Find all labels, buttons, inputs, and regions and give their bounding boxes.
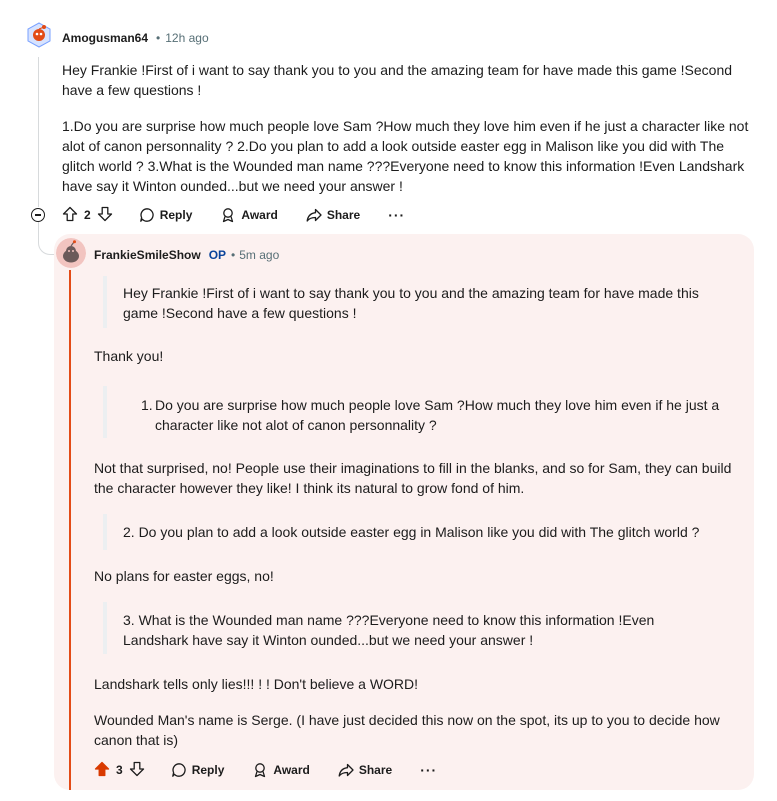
downvote-icon[interactable]	[97, 206, 113, 225]
blockquote-bar	[103, 386, 107, 438]
reply-paragraph: Landshark tells only lies!!! ! ! Don't b…	[94, 676, 419, 692]
reply-avatar[interactable]	[56, 238, 86, 268]
downvote-icon[interactable]	[129, 761, 145, 780]
reply-button[interactable]: Reply	[139, 207, 193, 223]
reply-paragraph: Not that surprised, no! People use their…	[94, 460, 732, 496]
comment-paragraph: Hey Frankie !First of i want to say than…	[62, 62, 733, 98]
award-button[interactable]: Award	[252, 762, 310, 778]
reply-button[interactable]: Reply	[171, 762, 225, 778]
more-options-button[interactable]: ···	[388, 207, 405, 223]
op-badge: OP	[208, 248, 227, 262]
avatar[interactable]	[24, 20, 54, 50]
reply-paragraph: Thank you!	[94, 348, 164, 364]
vote-count: 3	[116, 763, 123, 777]
comment-bubble-icon	[139, 207, 155, 223]
upvote-icon[interactable]	[62, 206, 78, 225]
collapse-thread-button[interactable]	[31, 208, 45, 222]
comment-paragraph: 1.Do you are surprise how much people lo…	[62, 118, 749, 194]
blockquote-bar	[103, 602, 107, 654]
share-label: Share	[326, 208, 361, 222]
share-button[interactable]: Share	[338, 762, 392, 778]
thread-line[interactable]	[38, 57, 39, 207]
blockquote-text: Hey Frankie !First of i want to say than…	[123, 285, 699, 321]
share-icon	[338, 762, 354, 778]
award-label: Award	[241, 208, 278, 222]
blockquote-bar	[103, 514, 107, 550]
award-icon	[252, 762, 268, 778]
reply-paragraph: No plans for easter eggs, no!	[94, 568, 274, 584]
list-number: 1.	[141, 397, 153, 413]
blockquote-bar	[103, 276, 107, 328]
reply-label: Reply	[159, 208, 193, 222]
comment-author[interactable]: Amogusman64	[62, 31, 148, 45]
upvote-icon[interactable]	[94, 761, 110, 780]
reply-thread-line[interactable]	[69, 270, 71, 790]
award-button[interactable]: Award	[220, 207, 278, 223]
reply-timestamp[interactable]: 5m ago	[239, 248, 279, 262]
blockquote-text: 2. Do you plan to add a look outside eas…	[123, 524, 700, 540]
separator-dot: •	[231, 248, 236, 262]
comment-timestamp[interactable]: 12h ago	[165, 31, 208, 45]
share-label: Share	[358, 763, 393, 777]
more-options-button[interactable]: ···	[420, 762, 437, 778]
comment-meta: Amogusman64 • 12h ago	[62, 29, 209, 47]
share-button[interactable]: Share	[306, 207, 360, 223]
vote-group: 2	[62, 206, 113, 225]
reply-meta: FrankieSmileShow OP • 5m ago	[94, 246, 279, 264]
comment-action-bar: 2 Reply Award Share ···	[62, 203, 405, 227]
reply-label: Reply	[191, 763, 225, 777]
reply-paragraph: Wounded Man's name is Serge. (I have jus…	[94, 712, 720, 748]
reply-author[interactable]: FrankieSmileShow	[94, 248, 201, 262]
vote-group: 3	[94, 761, 145, 780]
comment-bubble-icon	[171, 762, 187, 778]
share-icon	[306, 207, 322, 223]
blockquote-text: 3. What is the Wounded man name ???Every…	[123, 612, 655, 648]
blockquote-text: Do you are surprise how much people love…	[155, 397, 720, 433]
award-label: Award	[273, 763, 310, 777]
award-icon	[220, 207, 236, 223]
vote-count: 2	[84, 208, 91, 222]
reply-action-bar: 3 Reply Award Share ···	[94, 758, 437, 782]
separator-dot: •	[156, 31, 161, 45]
